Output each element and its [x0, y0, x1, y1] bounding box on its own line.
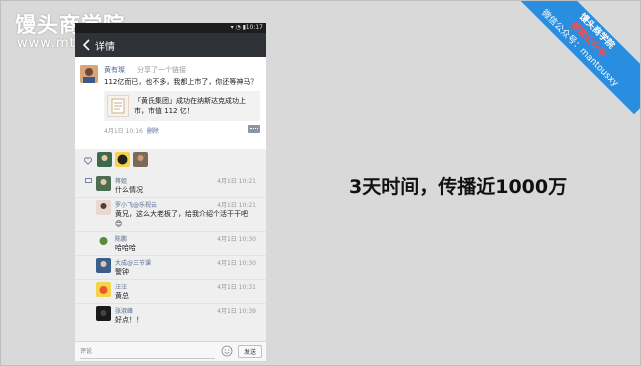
status-icons: ▾ ◔ ▮ [230, 24, 246, 31]
commenter-name[interactable]: 罗小飞@乐视云 [115, 200, 157, 209]
commenter-name[interactable]: 陈鹏 [115, 234, 127, 243]
comment-row[interactable]: 大成@三节课 4月1日 10:30 警钟 [75, 255, 266, 280]
post-author[interactable]: 黄有璨 [104, 65, 125, 75]
comment-input[interactable] [80, 345, 215, 359]
commenter-avatar[interactable] [96, 234, 111, 249]
like-avatar[interactable] [133, 152, 148, 167]
phone-screenshot: ▾ ◔ ▮ 10:17 详情 黄有璨 分享了一个链接 112亿而已，也不多，我都… [75, 23, 266, 361]
commenter-avatar[interactable] [96, 200, 111, 215]
commenter-avatar[interactable] [96, 282, 111, 297]
likes-bar [75, 149, 266, 174]
moment-post: 黄有璨 分享了一个链接 112亿而已，也不多，我都上市了，你还等神马？ 「黄氏集… [75, 57, 266, 149]
emoji-icon[interactable] [221, 345, 233, 357]
comment-row[interactable]: 罗小飞@乐视云 4月1日 10:21 黄兄，这么大老板了，给我介绍个活干干吧😊 [75, 197, 266, 232]
comment-input-bar: 发送 [75, 341, 266, 361]
heart-icon [84, 157, 92, 165]
comment-row[interactable]: 蒋姐 4月1日 10:21 什么情况 [75, 173, 266, 198]
comment-time: 4月1日 10:31 [217, 284, 256, 291]
commenter-avatar[interactable] [96, 176, 111, 191]
headline: 3天时间，传播近1000万 [349, 176, 568, 198]
commenter-name[interactable]: 蒋姐 [115, 176, 127, 185]
corner-ribbon: 馒头商学院 搜索公众号 微信公众号：mantousxy [513, 0, 641, 115]
post-text: 112亿而已，也不多，我都上市了，你还等神马？ [104, 78, 258, 86]
commenter-name[interactable]: 汪汪 [115, 282, 127, 291]
comment-text: 警钟 [115, 268, 129, 276]
comment-row[interactable]: 汪汪 4月1日 10:31 黄总 [75, 279, 266, 304]
title-bar: 详情 [75, 33, 266, 57]
comment-more-icon[interactable] [248, 125, 260, 133]
comment-time: 4月1日 10:30 [217, 236, 256, 243]
commenter-name[interactable]: 张淑峰 [115, 306, 133, 315]
comment-text: 好点！！ [115, 316, 143, 324]
link-text: 「黄氏集团」成功在纳斯达克成功上市，市值 112 亿！ [134, 97, 246, 115]
comment-list: 蒋姐 4月1日 10:21 什么情况 罗小飞@乐视云 4月1日 10:21 黄兄… [75, 173, 266, 341]
comment-bubble-icon [85, 178, 92, 183]
comment-row[interactable]: 张淑峰 4月1日 10:39 好点！！ [75, 303, 266, 333]
like-avatar[interactable] [97, 152, 112, 167]
link-thumbnail [107, 95, 129, 117]
commenter-avatar[interactable] [96, 258, 111, 273]
commenter-avatar[interactable] [96, 306, 111, 321]
comment-time: 4月1日 10:39 [217, 308, 256, 315]
comment-time: 4月1日 10:21 [217, 178, 256, 185]
send-button[interactable]: 发送 [238, 345, 262, 358]
comment-text: 哈哈哈 [115, 244, 136, 252]
comment-time: 4月1日 10:30 [217, 260, 256, 267]
status-time: 10:17 [245, 24, 263, 31]
page-title: 详情 [95, 42, 115, 53]
post-meta: 4月1日 10:16 删除 [104, 126, 159, 135]
back-arrow-icon[interactable] [80, 37, 94, 53]
comment-text: 什么情况 [115, 186, 143, 194]
commenter-name[interactable]: 大成@三节课 [115, 258, 151, 267]
delete-link[interactable]: 删除 [147, 128, 159, 135]
comment-text: 黄兄，这么大老板了，给我介绍个活干干吧😊 [115, 210, 248, 228]
slide: 馒头商学院 www.mtedu.com 馒头商学院 搜索公众号 微信公众号：ma… [0, 0, 641, 366]
shared-link-card[interactable]: 「黄氏集团」成功在纳斯达克成功上市，市值 112 亿！ [104, 91, 260, 121]
post-action: 分享了一个链接 [137, 66, 186, 74]
comment-text: 黄总 [115, 292, 129, 300]
comment-time: 4月1日 10:21 [217, 202, 256, 209]
comment-row[interactable]: 陈鹏 4月1日 10:30 哈哈哈 [75, 231, 266, 256]
status-bar: ▾ ◔ ▮ 10:17 [75, 23, 266, 33]
author-avatar[interactable] [80, 65, 98, 83]
post-time: 4月1日 10:16 [104, 128, 143, 135]
like-avatar[interactable] [115, 152, 130, 167]
